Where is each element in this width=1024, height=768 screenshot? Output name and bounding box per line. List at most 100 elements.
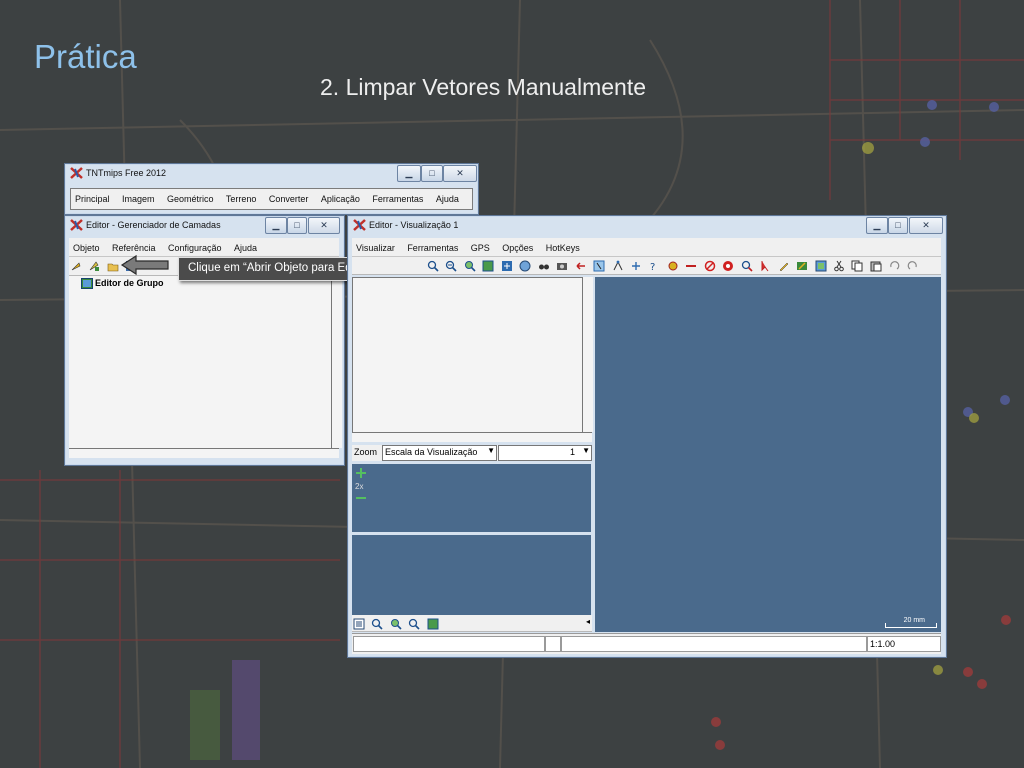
redo-icon[interactable] (907, 260, 919, 272)
menu-geometrico[interactable]: Geométrico (163, 190, 218, 208)
zoom-value-input[interactable]: 1 ▼ (498, 445, 592, 461)
layer-tree-hscroll[interactable] (69, 448, 339, 458)
cut-icon[interactable] (833, 260, 845, 272)
locator-toolbar: ◂ (352, 615, 592, 632)
window-minimize-icon[interactable]: ▁ (265, 217, 287, 234)
menu-objeto[interactable]: Objeto (69, 239, 104, 257)
zoom-in-icon[interactable] (427, 260, 439, 272)
legend-pane (352, 277, 584, 434)
menu-principal[interactable]: Principal (71, 190, 114, 208)
zoom-row: Zoom Escala da Visualização ▼ 1 ▼ (352, 445, 592, 461)
layer-tree-item[interactable]: Editor de Grupo (95, 278, 164, 288)
menu-gps[interactable]: GPS (467, 239, 494, 257)
menu-aplicacao[interactable]: Aplicação (317, 190, 364, 208)
scale-readout: 1:1.00 (867, 636, 941, 652)
layer-manager-window: Editor - Gerenciador de Camadas ▁ □ ✕ Ob… (64, 215, 345, 466)
pencil-icon[interactable] (778, 260, 790, 272)
main-menubar: Principal Imagem Geométrico Terreno Conv… (70, 188, 473, 210)
group-editor-icon (81, 278, 93, 289)
zoom-box-icon[interactable] (390, 618, 402, 630)
cursor-arrow-icon[interactable] (575, 260, 587, 272)
window-minimize-icon[interactable]: ▁ (866, 217, 888, 234)
chevron-down-icon: ▼ (582, 446, 590, 455)
locator-pane (352, 535, 591, 615)
zoom-find-icon[interactable] (741, 260, 753, 272)
slide-title: Prática (34, 38, 137, 75)
zoom-box-icon[interactable] (464, 260, 476, 272)
zoom-in-plus-icon[interactable] (355, 467, 367, 479)
window-close-icon[interactable]: ✕ (909, 217, 943, 234)
window-minimize-icon[interactable]: ▁ (397, 165, 421, 182)
edit-layer-icon[interactable] (796, 260, 808, 272)
stop-icon[interactable] (722, 260, 734, 272)
slide-subtitle: 2. Limpar Vetores Manualmente (320, 74, 647, 100)
new-object-icon[interactable] (88, 260, 100, 272)
globe-icon[interactable] (519, 260, 531, 272)
paste-icon[interactable] (870, 260, 882, 272)
zoom-factor-label: 2x (355, 482, 364, 491)
editor-app-icon (70, 219, 83, 231)
status-cell-mid-a (545, 636, 561, 652)
no-symbol-icon[interactable] (704, 260, 716, 272)
zoom-out-minus-icon[interactable] (355, 495, 367, 501)
zoom-scale-select[interactable]: Escala da Visualização ▼ (382, 445, 497, 461)
tntmips-main-window: TNTmips Free 2012 ▁ □ ✕ Principal Imagem… (64, 163, 479, 215)
zoom-out-icon[interactable] (445, 260, 458, 272)
menu-ferramentas-view[interactable]: Ferramentas (403, 239, 462, 257)
layer-manager-title: Editor - Gerenciador de Camadas (86, 220, 221, 230)
zoom-in-icon[interactable] (371, 618, 384, 630)
menu-visualizar[interactable]: Visualizar (352, 239, 399, 257)
pointer-icon[interactable] (759, 260, 771, 272)
menu-imagem[interactable]: Imagem (118, 190, 159, 208)
menu-hotkeys[interactable]: HotKeys (542, 239, 584, 257)
open-object-icon[interactable] (107, 260, 119, 272)
chevron-down-icon: ▼ (487, 446, 495, 455)
full-extent-icon[interactable] (427, 618, 439, 630)
scroll-left-icon[interactable]: ◂ (586, 617, 590, 626)
menu-converter[interactable]: Converter (265, 190, 313, 208)
menu-configuracao[interactable]: Configuração (164, 239, 226, 257)
select-element-icon[interactable] (593, 260, 605, 272)
query-icon[interactable]: ? (648, 260, 660, 272)
snap-icon[interactable] (667, 260, 679, 272)
legend-toggle-icon[interactable] (353, 618, 365, 630)
status-cell-mid-b (561, 636, 867, 652)
binoculars-icon[interactable] (538, 260, 550, 272)
pan-icon[interactable] (501, 260, 513, 272)
tntmips-app-icon (70, 167, 83, 179)
undo-icon[interactable] (888, 260, 900, 272)
map-canvas[interactable]: 20 mm (595, 277, 941, 632)
raster-icon[interactable] (815, 260, 827, 272)
legend-hscroll[interactable] (352, 432, 592, 442)
window-maximize-icon[interactable]: □ (287, 217, 307, 234)
select-tool-icon[interactable] (70, 260, 82, 272)
menu-ajuda-lm[interactable]: Ajuda (230, 239, 261, 257)
menu-opcoes[interactable]: Opções (498, 239, 537, 257)
link-icon[interactable] (685, 260, 697, 272)
layer-manager-titlebar[interactable]: Editor - Gerenciador de Camadas ▁ □ ✕ (65, 216, 344, 238)
view-window-titlebar[interactable]: Editor - Visualização 1 ▁ □ ✕ (348, 216, 946, 238)
legend-vscroll[interactable] (582, 277, 593, 432)
window-maximize-icon[interactable]: □ (421, 165, 443, 182)
zoom-out-icon[interactable] (408, 618, 420, 630)
copy-icon[interactable] (851, 260, 863, 272)
main-window-titlebar[interactable]: TNTmips Free 2012 ▁ □ ✕ (65, 164, 478, 186)
node-tool-icon[interactable] (612, 260, 624, 272)
menu-ajuda[interactable]: Ajuda (432, 190, 463, 208)
view-window-menubar: Visualizar Ferramentas GPS Opções HotKey… (352, 238, 941, 257)
window-maximize-icon[interactable]: □ (888, 217, 908, 234)
menu-ferramentas[interactable]: Ferramentas (368, 190, 427, 208)
window-close-icon[interactable]: ✕ (308, 217, 340, 234)
camera-icon[interactable] (556, 260, 568, 272)
full-extent-icon[interactable] (482, 260, 494, 272)
window-close-icon[interactable]: ✕ (443, 165, 477, 182)
pointer-arrow-icon (120, 254, 169, 276)
svg-text:?: ? (650, 262, 655, 272)
menu-terreno[interactable]: Terreno (222, 190, 261, 208)
layer-tree-vscroll[interactable] (331, 276, 342, 448)
status-cell-left (353, 636, 545, 652)
view-window: Editor - Visualização 1 ▁ □ ✕ Visualizar… (347, 215, 947, 658)
layer-manager-menubar: Objeto Referência Configuração Ajuda (69, 238, 339, 257)
zoom-overview-pane: 2x (352, 464, 591, 532)
add-point-icon[interactable] (630, 260, 642, 272)
